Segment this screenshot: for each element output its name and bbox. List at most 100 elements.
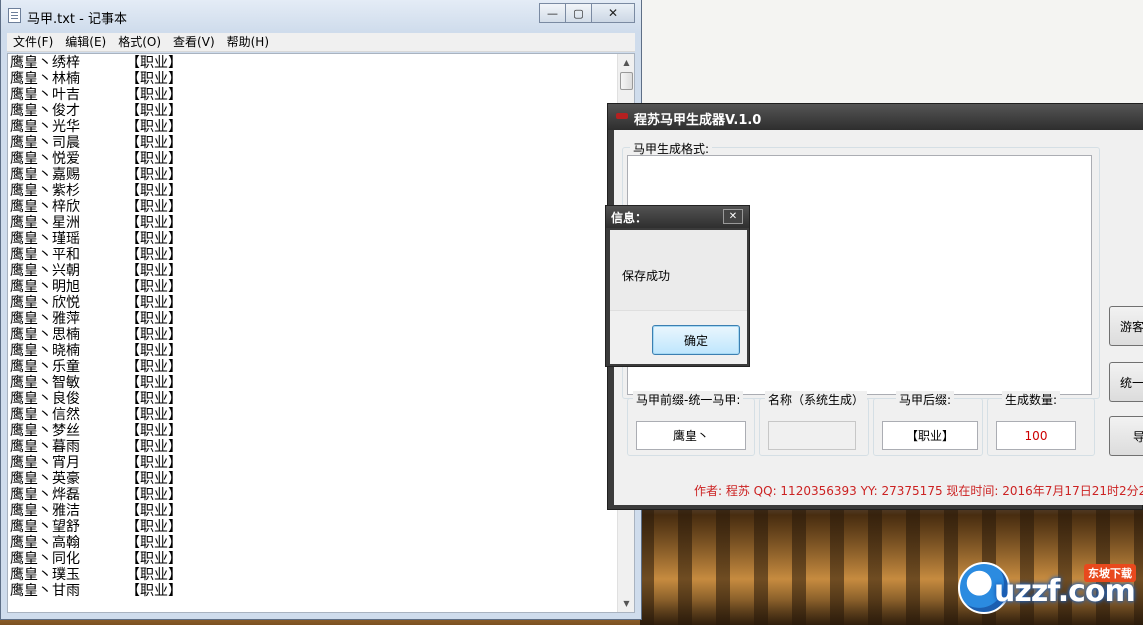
line-name: 鹰皇丶兴朝	[10, 263, 80, 279]
notepad-title: 马甲.txt - 记事本	[27, 12, 127, 27]
line-name: 鹰皇丶思楠	[10, 327, 80, 343]
scrollbar-thumb[interactable]	[620, 72, 633, 90]
notepad-file-icon	[8, 8, 21, 23]
scroll-up-icon[interactable]: ▲	[618, 54, 634, 71]
text-line: 鹰皇丶智敏 【职业】	[10, 375, 615, 391]
menu-bar: 文件(F) 编辑(E) 格式(O) 查看(V) 帮助(H)	[7, 33, 635, 52]
editor-text-lines: 鹰皇丶绣梓 【职业】 鹰皇丶林楠 【职业】 鹰皇丶叶吉 【职业】 鹰皇丶俊才 【职业】 鹰皇丶光…	[10, 55, 615, 599]
text-line: 鹰皇丶叶吉 【职业】	[10, 87, 615, 103]
line-name: 鹰皇丶明旭	[10, 279, 80, 295]
text-line: 鹰皇丶思楠 【职业】	[10, 327, 615, 343]
text-line: 鹰皇丶英豪 【职业】	[10, 471, 615, 487]
prefix-input[interactable]: 鹰皇丶	[636, 421, 746, 450]
line-job: 【职业】	[126, 327, 182, 343]
unify-button[interactable]: 统一	[1109, 362, 1143, 402]
line-job: 【职业】	[126, 423, 182, 439]
line-name: 鹰皇丶悦爱	[10, 151, 80, 167]
line-name: 鹰皇丶同化	[10, 551, 80, 567]
line-job: 【职业】	[126, 375, 182, 391]
line-job: 【职业】	[126, 71, 182, 87]
line-name: 鹰皇丶乐童	[10, 359, 80, 375]
line-job: 【职业】	[126, 455, 182, 471]
line-job: 【职业】	[126, 183, 182, 199]
text-line: 鹰皇丶信然 【职业】	[10, 407, 615, 423]
text-editor[interactable]: 鹰皇丶绣梓 【职业】 鹰皇丶林楠 【职业】 鹰皇丶叶吉 【职业】 鹰皇丶俊才 【职业】 鹰皇丶光…	[7, 53, 635, 613]
line-name: 鹰皇丶甘雨	[10, 583, 80, 599]
prefix-label: 马甲前缀-统一马甲:	[633, 391, 744, 408]
text-line: 鹰皇丶乐童 【职业】	[10, 359, 615, 375]
export-button[interactable]: 导	[1109, 416, 1143, 456]
dialog-titlebar[interactable]: 信息： ✕	[606, 206, 749, 228]
ok-button[interactable]: 确定	[652, 325, 740, 355]
line-job: 【职业】	[126, 535, 182, 551]
text-line: 鹰皇丶俊才 【职业】	[10, 103, 615, 119]
line-job: 【职业】	[126, 311, 182, 327]
guest-button[interactable]: 游客	[1109, 306, 1143, 346]
fields-row: 马甲前缀-统一马甲: 鹰皇丶 名称（系统生成） 马甲后缀: 【职业】 生成数量:…	[627, 391, 1097, 458]
text-line: 鹰皇丶璞玉 【职业】	[10, 567, 615, 583]
line-job: 【职业】	[126, 247, 182, 263]
text-line: 鹰皇丶光华 【职业】	[10, 119, 615, 135]
line-name: 鹰皇丶暮雨	[10, 439, 80, 455]
line-name: 鹰皇丶平和	[10, 247, 80, 263]
line-job: 【职业】	[126, 391, 182, 407]
count-input[interactable]: 100	[996, 421, 1076, 450]
line-job: 【职业】	[126, 439, 182, 455]
line-job: 【职业】	[126, 583, 182, 599]
text-line: 鹰皇丶雅萍 【职业】	[10, 311, 615, 327]
generator-titlebar[interactable]: 程苏马甲生成器V.1.0	[608, 104, 1143, 130]
text-line: 鹰皇丶悦爱 【职业】	[10, 151, 615, 167]
line-job: 【职业】	[126, 279, 182, 295]
count-label: 生成数量:	[1002, 391, 1061, 408]
maximize-button[interactable]: ▢	[565, 3, 592, 23]
line-job: 【职业】	[126, 167, 182, 183]
notepad-titlebar[interactable]: 马甲.txt - 记事本 — ▢ ✕	[1, 0, 641, 32]
line-job: 【职业】	[126, 407, 182, 423]
line-job: 【职业】	[126, 55, 182, 71]
menu-edit[interactable]: 编辑(E)	[59, 33, 112, 52]
menu-format[interactable]: 格式(O)	[112, 33, 167, 52]
text-line: 鹰皇丶欣悦 【职业】	[10, 295, 615, 311]
line-job: 【职业】	[126, 503, 182, 519]
line-job: 【职业】	[126, 551, 182, 567]
text-line: 鹰皇丶雅洁 【职业】	[10, 503, 615, 519]
menu-help[interactable]: 帮助(H)	[221, 33, 275, 52]
dialog-message: 保存成功	[622, 269, 671, 283]
text-line: 鹰皇丶高翰 【职业】	[10, 535, 615, 551]
text-line: 鹰皇丶明旭 【职业】	[10, 279, 615, 295]
line-job: 【职业】	[126, 151, 182, 167]
suffix-group: 马甲后缀: 【职业】	[873, 391, 983, 456]
dialog-close-icon[interactable]: ✕	[723, 209, 743, 224]
text-line: 鹰皇丶梦丝 【职业】	[10, 423, 615, 439]
line-name: 鹰皇丶绣梓	[10, 55, 80, 71]
dialog-button-area: 确定	[610, 310, 747, 364]
minimize-button[interactable]: —	[539, 3, 566, 23]
text-line: 鹰皇丶暮雨 【职业】	[10, 439, 615, 455]
text-line: 鹰皇丶绣梓 【职业】	[10, 55, 615, 71]
line-job: 【职业】	[126, 215, 182, 231]
line-name: 鹰皇丶星洲	[10, 215, 80, 231]
line-name: 鹰皇丶信然	[10, 407, 80, 423]
line-job: 【职业】	[126, 263, 182, 279]
line-name: 鹰皇丶智敏	[10, 375, 80, 391]
dialog-body: 保存成功 确定	[610, 230, 747, 364]
menu-file[interactable]: 文件(F)	[7, 33, 59, 52]
scroll-down-icon[interactable]: ▼	[618, 595, 634, 612]
line-name: 鹰皇丶梓欣	[10, 199, 80, 215]
line-name: 鹰皇丶司晨	[10, 135, 80, 151]
menu-view[interactable]: 查看(V)	[167, 33, 221, 52]
text-line: 鹰皇丶司晨 【职业】	[10, 135, 615, 151]
line-name: 鹰皇丶俊才	[10, 103, 80, 119]
line-name: 鹰皇丶欣悦	[10, 295, 80, 311]
line-job: 【职业】	[126, 487, 182, 503]
line-name: 鹰皇丶雅洁	[10, 503, 80, 519]
text-line: 鹰皇丶望舒 【职业】	[10, 519, 615, 535]
line-name: 鹰皇丶良俊	[10, 391, 80, 407]
suffix-input[interactable]: 【职业】	[882, 421, 978, 450]
close-button[interactable]: ✕	[591, 3, 635, 23]
info-dialog: 信息： ✕ 保存成功 确定	[605, 205, 750, 367]
text-line: 鹰皇丶良俊 【职业】	[10, 391, 615, 407]
line-name: 鹰皇丶璞玉	[10, 567, 80, 583]
line-job: 【职业】	[126, 87, 182, 103]
line-job: 【职业】	[126, 471, 182, 487]
